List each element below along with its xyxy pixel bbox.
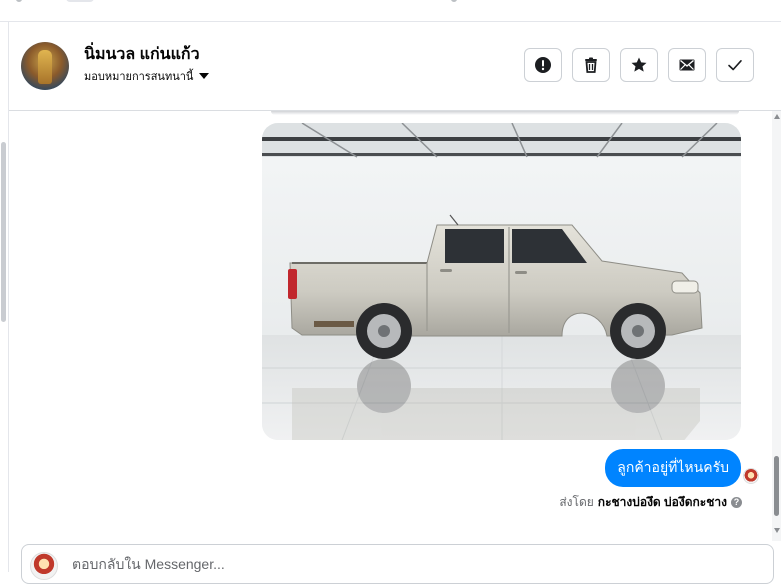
reply-input[interactable] [70, 555, 754, 573]
info-icon[interactable]: ? [731, 497, 742, 508]
checkmark-icon [728, 60, 742, 71]
mark-unread-button[interactable] [668, 48, 706, 82]
envelope-icon [679, 59, 695, 71]
mark-spam-button[interactable] [524, 48, 562, 82]
top-strip-dot [451, 0, 457, 2]
page-avatar [30, 552, 58, 580]
assign-conversation-dropdown[interactable]: มอบหมายการสนทนานี้ [84, 67, 210, 85]
conversation-header: นิ่มนวล แก่นแก้ว มอบหมายการสนทนานี้ [9, 22, 781, 111]
exclamation-circle-icon [535, 57, 551, 73]
thread-scrollbar-thumb[interactable] [774, 456, 779, 516]
star-icon [631, 57, 647, 72]
caret-down-icon [199, 73, 210, 79]
scroll-down-arrow-icon[interactable] [774, 528, 780, 533]
seen-avatar [743, 468, 759, 484]
message-thread[interactable]: ลูกค้าอยู่ที่ไหนครับ ส่งโดย กะชางบ่องึด … [9, 111, 772, 541]
star-button[interactable] [620, 48, 658, 82]
top-strip [0, 0, 781, 22]
sent-by-line: ส่งโดย กะชางบ่องึด บ่องึดกะชาง ? [559, 493, 742, 512]
trash-icon [585, 57, 597, 73]
thread-scrollbar[interactable] [772, 111, 781, 541]
contact-name[interactable]: นิ่มนวล แก่นแก้ว [84, 42, 200, 67]
assign-conversation-label: มอบหมายการสนทนานี้ [84, 71, 194, 83]
image-message[interactable] [262, 123, 741, 440]
left-scrollbar-thumb[interactable] [1, 142, 6, 322]
top-strip-icon [16, 0, 22, 2]
top-strip-chip [66, 0, 94, 2]
outgoing-message-bubble[interactable]: ลูกค้าอยู่ที่ไหนครับ [605, 449, 741, 487]
previous-message-edge [271, 111, 739, 115]
reply-composer [21, 544, 774, 584]
sent-by-name[interactable]: กะชางบ่องึด บ่องึดกะชาง [598, 493, 727, 512]
left-scrollbar[interactable] [0, 22, 9, 572]
contact-avatar[interactable] [21, 42, 69, 90]
pickup-truck-photo [262, 123, 741, 440]
sent-by-prefix: ส่งโดย [559, 495, 594, 509]
delete-button[interactable] [572, 48, 610, 82]
scroll-up-arrow-icon[interactable] [774, 114, 780, 119]
mark-done-button[interactable] [716, 48, 754, 82]
